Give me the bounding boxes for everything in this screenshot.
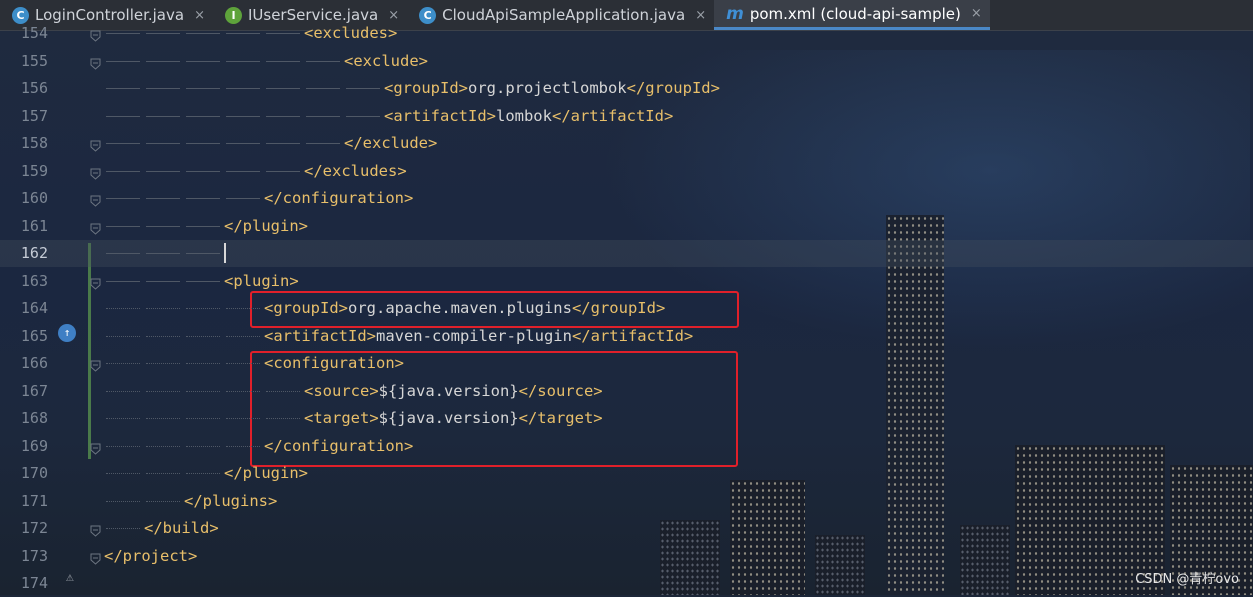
- code-text: </excludes>: [304, 161, 407, 180]
- code-line[interactable]: 156 <groupId>org.projectlombok</groupId>: [0, 75, 1253, 102]
- code-line[interactable]: 167 <source>${java.version}</source>: [0, 378, 1253, 405]
- line-number: 157: [20, 106, 48, 125]
- code-line[interactable]: 157 <artifactId>lombok</artifactId>: [0, 103, 1253, 130]
- code-text: <artifactId>lombok</artifactId>: [384, 106, 674, 125]
- fold-marker-icon[interactable]: [90, 357, 101, 372]
- code-line[interactable]: 168 <target>${java.version}</target>: [0, 405, 1253, 432]
- fold-marker-icon[interactable]: [90, 137, 101, 152]
- line-number: 167: [20, 381, 48, 400]
- code-text: <exclude>: [344, 51, 428, 70]
- code-text: <source>${java.version}</source>: [304, 381, 603, 400]
- line-number: 163: [20, 271, 48, 290]
- fold-marker-icon[interactable]: [90, 192, 101, 207]
- code-line[interactable]: 173 </project>: [0, 543, 1253, 570]
- code-line[interactable]: 160 </configuration>: [0, 185, 1253, 212]
- code-line[interactable]: 163 <plugin>: [0, 268, 1253, 295]
- code-line[interactable]: 172 </build>: [0, 515, 1253, 542]
- line-number: 173: [20, 546, 48, 565]
- code-text: </exclude>: [344, 134, 438, 152]
- code-text: </configuration>: [264, 189, 414, 207]
- line-number: 166: [20, 354, 48, 372]
- line-number: 159: [20, 161, 48, 180]
- fold-marker-icon[interactable]: [90, 220, 101, 235]
- line-number: 171: [20, 491, 48, 510]
- watermark: CSDN @青柠ovo: [1135, 572, 1239, 587]
- line-number: 155: [20, 51, 48, 70]
- code-line[interactable]: 165 <artifactId>maven-compiler-plugin</ar…: [0, 323, 1253, 350]
- line-number: 165: [20, 326, 48, 345]
- code-line[interactable]: 164 <groupId>org.apache.maven.plugins</gr…: [0, 295, 1253, 322]
- code-text: </build>: [144, 519, 219, 537]
- fold-marker-icon[interactable]: [90, 440, 101, 455]
- code-line[interactable]: 155 <exclude>: [0, 48, 1253, 75]
- line-number: 169: [20, 436, 48, 455]
- code-line[interactable]: 161 </plugin>: [0, 213, 1253, 240]
- close-icon[interactable]: ×: [971, 6, 982, 21]
- line-number: 161: [20, 216, 48, 235]
- code-line[interactable]: 162: [0, 240, 1253, 267]
- code-text: </configuration>: [264, 436, 414, 455]
- code-text: <groupId>org.apache.maven.plugins</group…: [264, 299, 666, 317]
- code-text: </plugin>: [224, 464, 308, 482]
- code-line[interactable]: 170 </plugin>: [0, 460, 1253, 487]
- line-number: 162: [20, 244, 48, 262]
- code-text: </project>: [104, 546, 198, 565]
- code-line[interactable]: 159 </excludes>: [0, 158, 1253, 185]
- code-line[interactable]: 169 </configuration>: [0, 433, 1253, 460]
- fold-marker-icon[interactable]: [90, 522, 101, 537]
- code-text: <configuration>: [264, 354, 404, 372]
- line-number: 174: [20, 574, 48, 592]
- fold-marker-icon[interactable]: [90, 550, 101, 565]
- code-text: <plugin>: [224, 271, 299, 290]
- line-number: 170: [20, 464, 48, 482]
- line-number: 160: [20, 189, 48, 207]
- code-text: <artifactId>maven-compiler-plugin</artif…: [264, 326, 694, 345]
- line-number: 156: [20, 79, 48, 97]
- code-editor[interactable]: ↑ ⚠ 154 <excludes> 155 <exclude> 156 <groupId…: [0, 24, 1253, 597]
- line-number: 158: [20, 134, 48, 152]
- fold-marker-icon[interactable]: [90, 55, 101, 70]
- code-line[interactable]: 174: [0, 570, 1253, 597]
- code-line[interactable]: 158 </exclude>: [0, 130, 1253, 157]
- code-text: </plugins>: [184, 491, 278, 510]
- fold-marker-icon[interactable]: [90, 27, 101, 42]
- code-text: <target>${java.version}</target>: [304, 409, 603, 427]
- line-number: 168: [20, 409, 48, 427]
- code-text: <groupId>org.projectlombok</groupId>: [384, 79, 720, 97]
- text-caret: [224, 243, 226, 263]
- fold-marker-icon[interactable]: [90, 165, 101, 180]
- line-number: 172: [20, 519, 48, 537]
- code-line[interactable]: 171 </plugins>: [0, 488, 1253, 515]
- code-text: <excludes>: [304, 24, 398, 42]
- line-number: 154: [20, 24, 48, 42]
- fold-marker-icon[interactable]: [90, 275, 101, 290]
- code-line[interactable]: 166 <configuration>: [0, 350, 1253, 377]
- code-text: </plugin>: [224, 216, 308, 235]
- code-line[interactable]: 154 <excludes>: [0, 20, 1253, 47]
- line-number: 164: [20, 299, 48, 317]
